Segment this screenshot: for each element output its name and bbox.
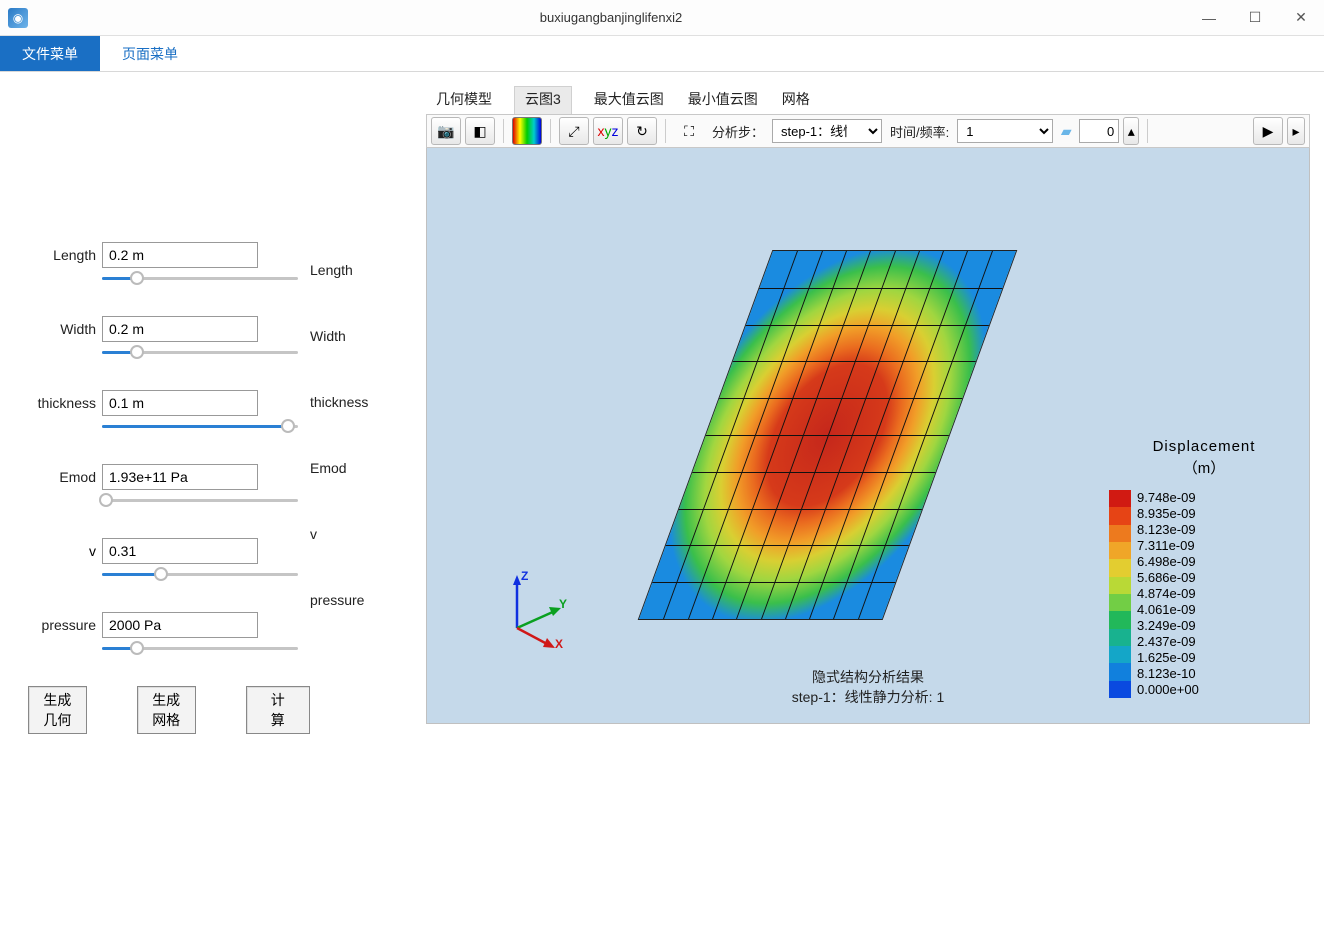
close-button[interactable]: ✕ <box>1278 0 1324 36</box>
generate-mesh-button[interactable]: 生成网格 <box>137 686 196 734</box>
legend-colorbar <box>1109 490 1131 698</box>
input-emod[interactable] <box>102 464 258 490</box>
label-thickness: thickness <box>28 395 96 411</box>
axis-z-label: Z <box>521 569 528 583</box>
screenshot-icon[interactable]: 📷 <box>431 117 461 145</box>
input-thickness[interactable] <box>102 390 258 416</box>
window-title: buxiugangbanjinglifenxi2 <box>36 10 1186 25</box>
label-pressure: pressure <box>28 617 96 633</box>
generate-geometry-button[interactable]: 生成几何 <box>28 686 87 734</box>
frame-stepper-icon[interactable]: ▴ <box>1123 117 1139 145</box>
viewport-3d[interactable]: Z Y X 隐式结构分析结果 step-1：线性静力分析: 1 Displace… <box>426 148 1310 724</box>
menu-file[interactable]: 文件菜单 <box>0 36 100 71</box>
menu-bar: 文件菜单 页面菜单 <box>0 36 1324 72</box>
colormap-icon[interactable] <box>512 117 542 145</box>
slider-pressure[interactable] <box>102 644 298 652</box>
param-emod: Emod <box>28 464 310 504</box>
tag-icon[interactable]: ▰ <box>1057 117 1075 145</box>
param-length: Length <box>28 242 310 282</box>
menu-page[interactable]: 页面菜单 <box>100 36 200 71</box>
view-cube-icon[interactable]: ◧ <box>465 117 495 145</box>
tab-max-cloud[interactable]: 最大值云图 <box>592 86 666 114</box>
legend-values: 9.748e-098.935e-098.123e-097.311e-096.49… <box>1131 490 1199 698</box>
input-width[interactable] <box>102 316 258 342</box>
param-thickness: thickness <box>28 390 310 430</box>
axis-triad-icon[interactable]: xyz <box>593 117 623 145</box>
time-label: 时间/频率: <box>890 122 949 141</box>
step-label: 分析步： <box>712 122 764 141</box>
input-v[interactable] <box>102 538 258 564</box>
fit-view-icon[interactable]: ⤢ <box>559 117 589 145</box>
axis-x-label: X <box>555 637 563 651</box>
frame-input[interactable] <box>1079 119 1119 143</box>
legend-unit: （m） <box>1109 457 1299 478</box>
param-width: Width <box>28 316 310 356</box>
label-emod: Emod <box>28 469 96 485</box>
midlabel-width: Width <box>310 328 426 344</box>
viewer-toolbar: 📷 ◧ ⤢ xyz ↻ ⛶ 分析步： step-1：线性 时间/频率: 1 ▰ … <box>426 114 1310 148</box>
contour-plate <box>638 250 1018 620</box>
label-column: Length Width thickness Emod v pressure <box>310 72 426 927</box>
label-v: v <box>28 543 96 559</box>
midlabel-v: v <box>310 526 426 542</box>
slider-thickness[interactable] <box>102 422 298 430</box>
slider-length[interactable] <box>102 274 298 282</box>
slider-emod[interactable] <box>102 496 298 504</box>
time-select[interactable]: 1 <box>957 119 1053 143</box>
midlabel-length: Length <box>310 262 426 278</box>
tab-geometry[interactable]: 几何模型 <box>434 86 494 114</box>
axis-y-label: Y <box>559 597 567 611</box>
axis-triad: Z Y X <box>487 573 577 653</box>
color-legend: Displacement （m） 9.748e-098.935e-098.123… <box>1109 438 1299 698</box>
input-length[interactable] <box>102 242 258 268</box>
midlabel-emod: Emod <box>310 460 426 476</box>
legend-title: Displacement <box>1109 438 1299 455</box>
label-length: Length <box>28 247 96 263</box>
slider-width[interactable] <box>102 348 298 356</box>
app-icon: ◉ <box>8 8 28 28</box>
parameter-panel: Length Width thickness <box>0 72 310 927</box>
title-bar: ◉ buxiugangbanjinglifenxi2 — ☐ ✕ <box>0 0 1324 36</box>
camera-record-icon[interactable]: ▶ <box>1253 117 1283 145</box>
expand-icon[interactable]: ⛶ <box>674 117 704 145</box>
tab-cloud3[interactable]: 云图3 <box>514 86 572 114</box>
slider-v[interactable] <box>102 570 298 578</box>
calculate-button[interactable]: 计算 <box>246 686 310 734</box>
label-width: Width <box>28 321 96 337</box>
step-select[interactable]: step-1：线性 <box>772 119 882 143</box>
maximize-button[interactable]: ☐ <box>1232 0 1278 36</box>
input-pressure[interactable] <box>102 612 258 638</box>
param-v: v <box>28 538 310 578</box>
tab-grid[interactable]: 网格 <box>780 86 812 114</box>
midlabel-thickness: thickness <box>310 394 426 410</box>
more-icon[interactable]: ▸ <box>1287 117 1305 145</box>
minimize-button[interactable]: — <box>1186 0 1232 36</box>
midlabel-pressure: pressure <box>310 592 426 608</box>
tab-min-cloud[interactable]: 最小值云图 <box>686 86 760 114</box>
view-tab-strip: 几何模型 云图3 最大值云图 最小值云图 网格 <box>426 86 1310 114</box>
rotate-icon[interactable]: ↻ <box>627 117 657 145</box>
param-pressure: pressure <box>28 612 310 652</box>
